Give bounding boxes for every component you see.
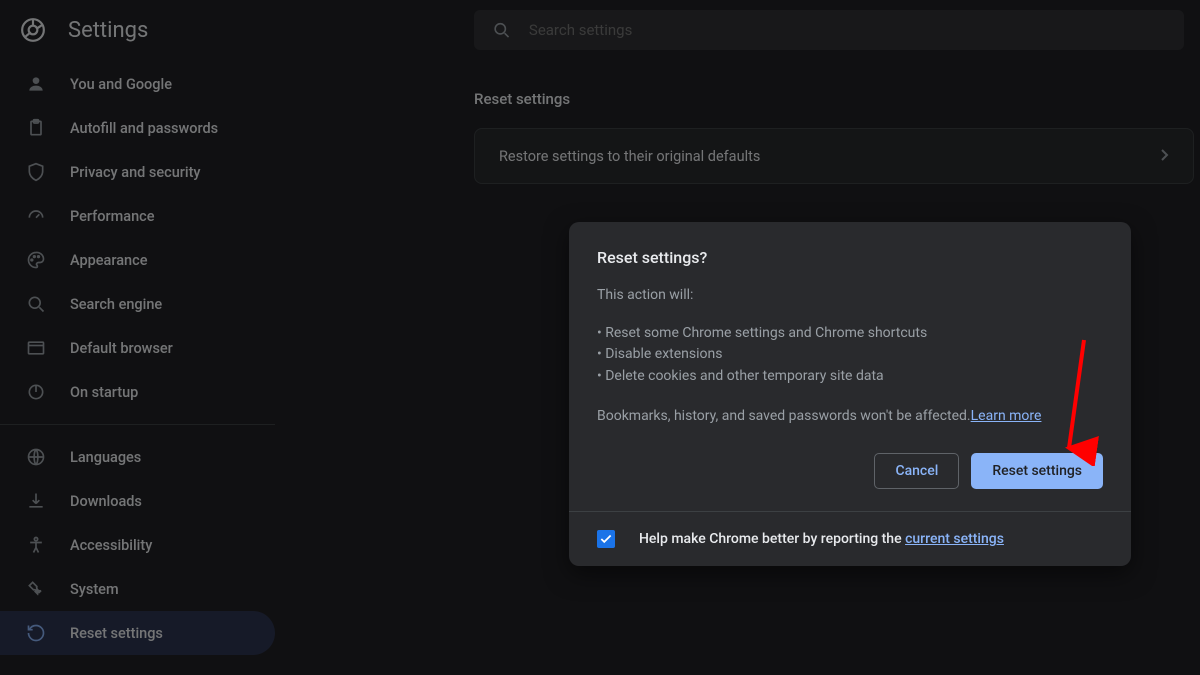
dialog-bullet: Delete cookies and other temporary site …: [597, 366, 1103, 388]
search-icon: [492, 20, 511, 40]
sidebar-item-you-and-google[interactable]: You and Google: [0, 62, 275, 106]
shield-icon: [26, 162, 46, 182]
search-input[interactable]: [529, 21, 1166, 39]
browser-icon: [26, 338, 46, 358]
sidebar-divider: [0, 424, 275, 425]
sidebar-item-label: System: [70, 581, 119, 598]
sidebar-item-search-engine[interactable]: Search engine: [0, 282, 275, 326]
reset-settings-button[interactable]: Reset settings: [971, 453, 1103, 489]
globe-icon: [26, 447, 46, 467]
accessibility-icon: [26, 535, 46, 555]
sidebar-item-label: Search engine: [70, 296, 162, 313]
dialog-bullet: Disable extensions: [597, 344, 1103, 366]
sidebar-item-on-startup[interactable]: On startup: [0, 370, 275, 414]
current-settings-link[interactable]: current settings: [905, 531, 1004, 547]
dialog-report-row: Help make Chrome better by reporting the…: [569, 511, 1131, 566]
search-icon: [26, 294, 46, 314]
search-settings-field[interactable]: [474, 10, 1184, 50]
clipboard-icon: [26, 118, 46, 138]
sidebar-item-label: On startup: [70, 384, 138, 401]
dialog-bullet-list: Reset some Chrome settings and Chrome sh…: [597, 323, 1103, 388]
chevron-right-icon: [1161, 148, 1169, 165]
content-area: Reset settings Restore settings to their…: [474, 90, 1194, 184]
palette-icon: [26, 250, 46, 270]
dialog-actions: Cancel Reset settings: [597, 453, 1103, 489]
sidebar-item-label: You and Google: [70, 76, 172, 93]
sidebar-item-languages[interactable]: Languages: [0, 435, 275, 479]
sidebar-item-label: Default browser: [70, 340, 173, 357]
row-label: Restore settings to their original defau…: [499, 148, 760, 165]
sidebar-item-accessibility[interactable]: Accessibility: [0, 523, 275, 567]
sidebar-item-label: Downloads: [70, 493, 142, 510]
download-icon: [26, 491, 46, 511]
section-title: Reset settings: [474, 90, 1194, 108]
dialog-title: Reset settings?: [597, 248, 1103, 267]
reset-settings-dialog: Reset settings? This action will: Reset …: [569, 222, 1131, 566]
wrench-icon: [26, 579, 46, 599]
sidebar-item-privacy[interactable]: Privacy and security: [0, 150, 275, 194]
sidebar-item-label: Performance: [70, 208, 155, 225]
sidebar: You and Google Autofill and passwords Pr…: [0, 62, 275, 655]
sidebar-item-label: Appearance: [70, 252, 147, 269]
dialog-footer-text: Bookmarks, history, and saved passwords …: [597, 406, 1103, 428]
restore-icon: [26, 623, 46, 643]
report-checkbox[interactable]: [597, 530, 615, 548]
learn-more-link[interactable]: Learn more: [971, 408, 1042, 424]
dialog-body: This action will: Reset some Chrome sett…: [597, 285, 1103, 427]
sidebar-item-appearance[interactable]: Appearance: [0, 238, 275, 282]
speedometer-icon: [26, 206, 46, 226]
dialog-intro: This action will:: [597, 285, 1103, 307]
sidebar-item-label: Accessibility: [70, 537, 152, 554]
power-icon: [26, 382, 46, 402]
sidebar-item-label: Autofill and passwords: [70, 120, 218, 137]
sidebar-item-label: Languages: [70, 449, 141, 466]
chrome-logo-icon: [20, 17, 46, 43]
sidebar-item-performance[interactable]: Performance: [0, 194, 275, 238]
page-title: Settings: [68, 18, 148, 43]
sidebar-item-reset-settings[interactable]: Reset settings: [0, 611, 275, 655]
report-text: Help make Chrome better by reporting the…: [639, 531, 1004, 547]
cancel-button[interactable]: Cancel: [874, 453, 959, 489]
restore-defaults-row[interactable]: Restore settings to their original defau…: [474, 128, 1194, 184]
sidebar-item-downloads[interactable]: Downloads: [0, 479, 275, 523]
sidebar-item-label: Privacy and security: [70, 164, 201, 181]
header: Settings: [0, 0, 1200, 60]
sidebar-item-system[interactable]: System: [0, 567, 275, 611]
person-icon: [26, 74, 46, 94]
dialog-bullet: Reset some Chrome settings and Chrome sh…: [597, 323, 1103, 345]
sidebar-item-label: Reset settings: [70, 625, 163, 642]
sidebar-item-default-browser[interactable]: Default browser: [0, 326, 275, 370]
sidebar-item-autofill[interactable]: Autofill and passwords: [0, 106, 275, 150]
